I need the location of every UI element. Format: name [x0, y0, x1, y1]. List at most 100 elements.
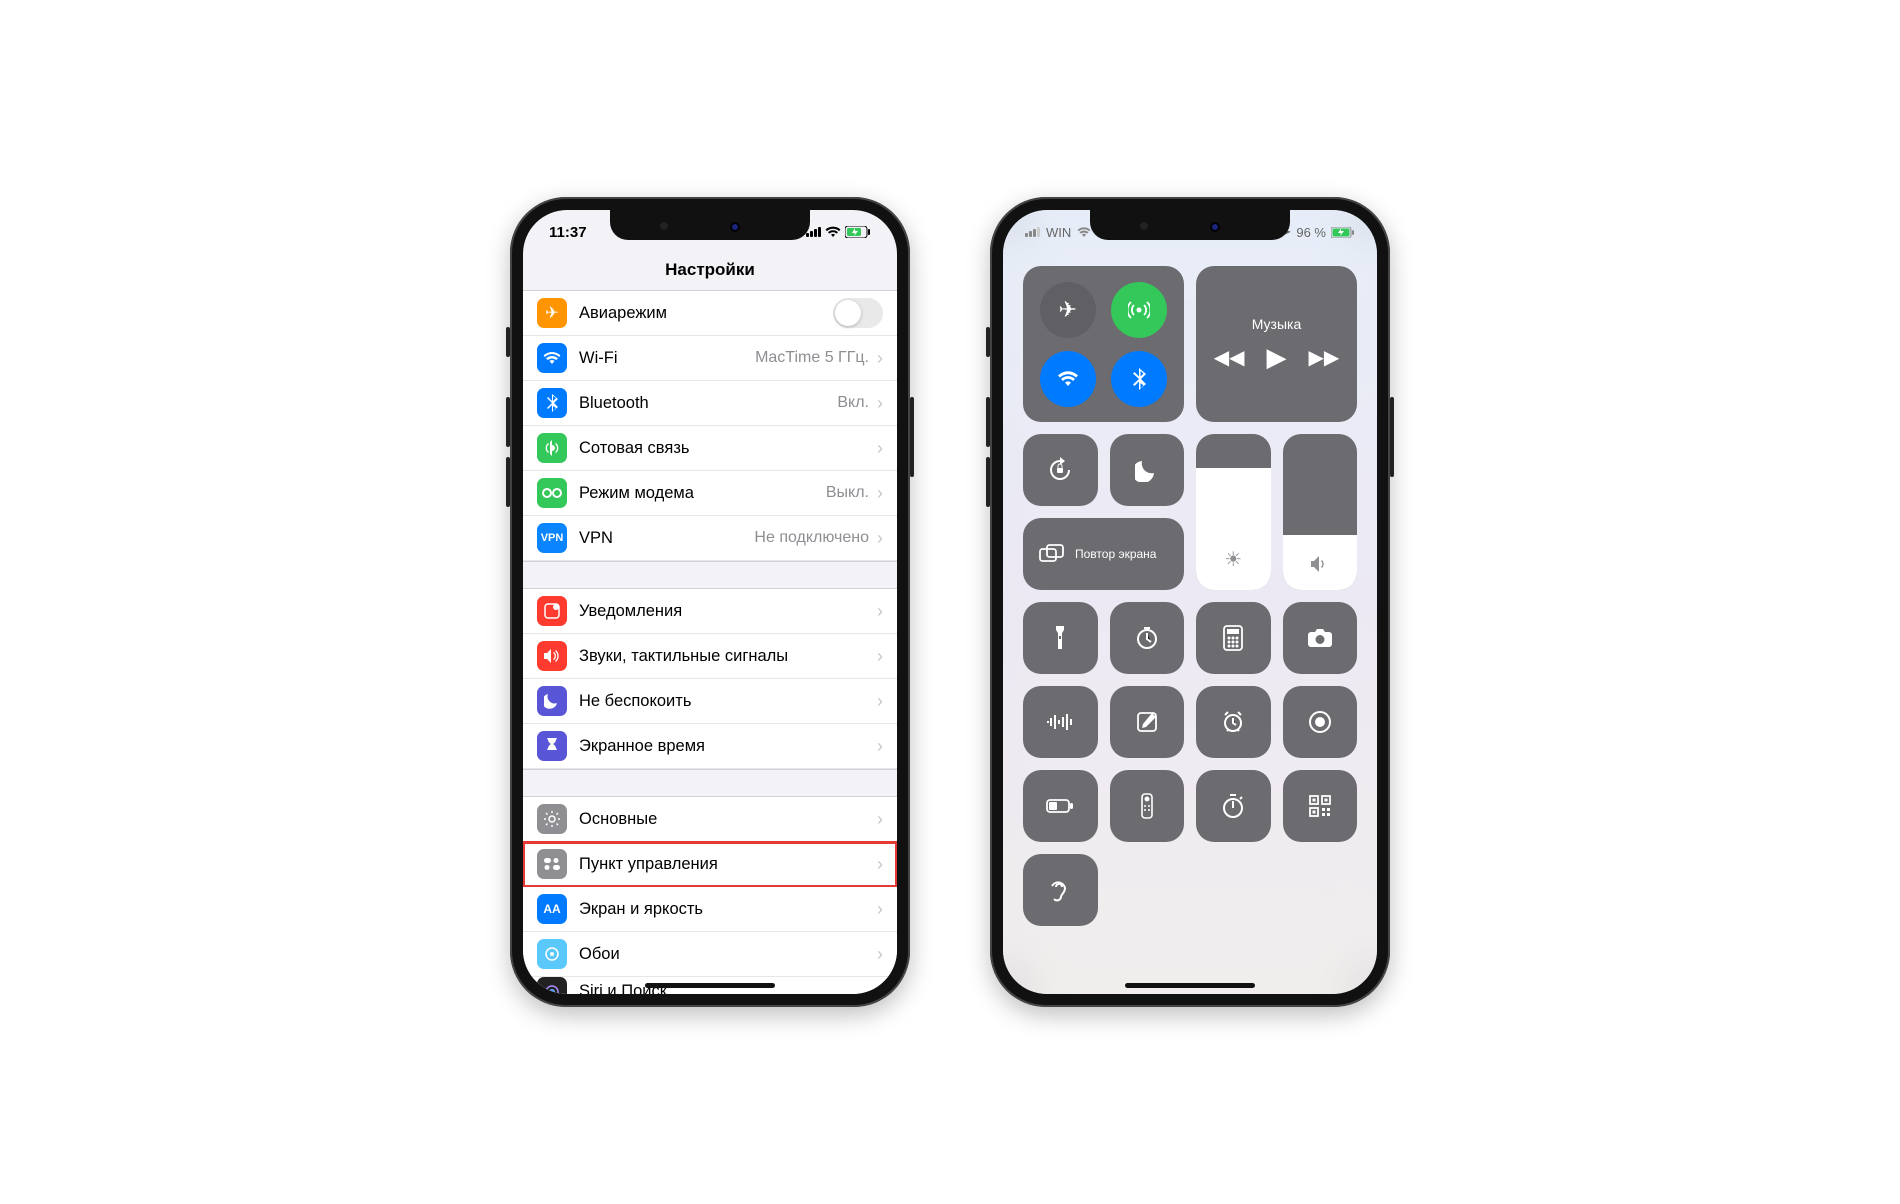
wifi-icon	[825, 226, 841, 238]
chevron-icon: ›	[877, 601, 883, 622]
row-value: Выкл.	[826, 484, 869, 502]
battery-icon	[1331, 227, 1355, 238]
row-label: Основные	[579, 810, 869, 829]
chevron-icon: ›	[877, 899, 883, 920]
row-display[interactable]: AA Экран и яркость ›	[523, 887, 897, 932]
row-screentime[interactable]: Экранное время ›	[523, 724, 897, 769]
screen-mirroring-icon	[1039, 544, 1065, 564]
music-tile[interactable]: Музыка ◀◀ ▶ ▶▶	[1196, 266, 1357, 422]
sounds-icon	[537, 641, 567, 671]
group-separator	[523, 769, 897, 797]
control-center-icon	[537, 849, 567, 879]
voice-memos-button[interactable]	[1023, 686, 1098, 758]
home-indicator[interactable]	[645, 983, 775, 988]
screen-mirroring-label: Повтор экрана	[1075, 547, 1156, 561]
brightness-icon: ☀	[1224, 547, 1242, 572]
row-bluetooth[interactable]: Bluetooth Вкл. ›	[523, 381, 897, 426]
chevron-icon: ›	[877, 528, 883, 549]
status-time: 11:37	[549, 224, 587, 241]
screentime-icon	[537, 731, 567, 761]
notifications-icon	[537, 596, 567, 626]
siri-icon	[537, 977, 567, 994]
airplane-button[interactable]: ✈	[1040, 282, 1096, 338]
row-label: Не беспокоить	[579, 692, 869, 711]
row-label: Bluetooth	[579, 394, 837, 413]
notes-button[interactable]	[1110, 686, 1185, 758]
chevron-icon: ›	[877, 691, 883, 712]
home-indicator[interactable]	[1125, 983, 1255, 988]
row-label: Уведомления	[579, 602, 869, 621]
group-separator	[523, 561, 897, 589]
hotspot-icon	[537, 478, 567, 508]
row-wifi[interactable]: Wi-Fi MacTime 5 ГГц. ›	[523, 336, 897, 381]
row-label: Экранное время	[579, 737, 869, 756]
row-value: Не подключено	[754, 529, 869, 547]
row-label: Обои	[579, 945, 869, 964]
alarm-button[interactable]	[1196, 686, 1271, 758]
row-label: Wi-Fi	[579, 349, 755, 368]
low-power-button[interactable]	[1023, 770, 1098, 842]
play-icon[interactable]: ▶	[1267, 342, 1287, 373]
airplane-toggle[interactable]	[833, 298, 883, 328]
camera-button[interactable]	[1283, 602, 1358, 674]
chevron-icon: ›	[877, 483, 883, 504]
brightness-slider[interactable]: ☀	[1196, 434, 1271, 590]
row-sounds[interactable]: Звуки, тактильные сигналы ›	[523, 634, 897, 679]
volume-icon	[1310, 556, 1330, 572]
chevron-icon: ›	[877, 348, 883, 369]
chevron-icon: ›	[877, 438, 883, 459]
general-icon	[537, 804, 567, 834]
row-cellular[interactable]: Сотовая связь ›	[523, 426, 897, 471]
notch	[610, 210, 810, 240]
row-label: Режим модема	[579, 484, 826, 503]
next-track-icon[interactable]: ▶▶	[1309, 345, 1340, 370]
row-hotspot[interactable]: Режим модема Выкл. ›	[523, 471, 897, 516]
signal-icon	[1025, 227, 1040, 237]
screen-record-button[interactable]	[1283, 686, 1358, 758]
wallpaper-icon	[537, 939, 567, 969]
row-notifications[interactable]: Уведомления ›	[523, 589, 897, 634]
row-label: Звуки, тактильные сигналы	[579, 647, 869, 666]
music-label: Музыка	[1252, 316, 1302, 332]
page-title: Настройки	[523, 254, 897, 291]
row-general[interactable]: Основные ›	[523, 797, 897, 842]
stopwatch-button[interactable]	[1196, 770, 1271, 842]
hearing-button[interactable]	[1023, 854, 1098, 926]
battery-percent: 96 %	[1296, 225, 1326, 240]
carrier-label: WIN	[1046, 225, 1071, 240]
tv-remote-button[interactable]	[1110, 770, 1185, 842]
chevron-icon: ›	[877, 809, 883, 830]
row-wallpaper[interactable]: Обои ›	[523, 932, 897, 977]
row-label: VPN	[579, 529, 754, 548]
phone-frame-settings: 11:37 Настройки ✈ Авиарежим Wi-Fi	[510, 197, 910, 1007]
calculator-button[interactable]	[1196, 602, 1271, 674]
row-airplane[interactable]: ✈ Авиарежим	[523, 291, 897, 336]
airplane-icon: ✈	[537, 298, 567, 328]
cellular-icon	[537, 433, 567, 463]
row-value: MacTime 5 ГГц.	[755, 349, 869, 367]
timer-button[interactable]	[1110, 602, 1185, 674]
phone-frame-control-center: WIN ⏰ ➤ 96 % ✈	[990, 197, 1390, 1007]
dnd-button[interactable]	[1110, 434, 1185, 506]
cellular-button[interactable]	[1111, 282, 1167, 338]
wifi-icon	[537, 343, 567, 373]
volume-slider[interactable]	[1283, 434, 1358, 590]
chevron-icon: ›	[877, 393, 883, 414]
bluetooth-button[interactable]	[1111, 351, 1167, 407]
orientation-lock-button[interactable]	[1023, 434, 1098, 506]
screen-mirroring-button[interactable]: Повтор экрана	[1023, 518, 1184, 590]
row-dnd[interactable]: Не беспокоить ›	[523, 679, 897, 724]
prev-track-icon[interactable]: ◀◀	[1214, 345, 1245, 370]
row-control-center[interactable]: Пункт управления ›	[523, 842, 897, 887]
qr-code-button[interactable]	[1283, 770, 1358, 842]
flashlight-button[interactable]	[1023, 602, 1098, 674]
wifi-icon	[1077, 227, 1091, 238]
battery-icon	[845, 226, 871, 238]
chevron-icon: ›	[877, 854, 883, 875]
row-vpn[interactable]: VPN VPN Не подключено ›	[523, 516, 897, 561]
bluetooth-icon	[537, 388, 567, 418]
notch	[1090, 210, 1290, 240]
row-value: Вкл.	[837, 394, 869, 412]
dnd-icon	[537, 686, 567, 716]
wifi-button[interactable]	[1040, 351, 1096, 407]
